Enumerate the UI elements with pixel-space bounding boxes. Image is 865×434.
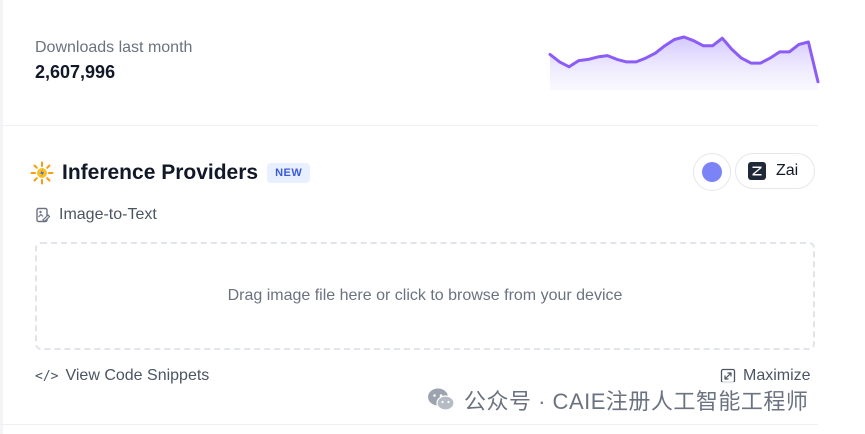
wechat-icon xyxy=(428,388,455,411)
left-border xyxy=(0,0,3,434)
watermark-text: 公众号 · CAIE注册人工智能工程师 xyxy=(464,389,809,414)
sun-sparkle-icon xyxy=(30,161,54,185)
view-code-snippets-button[interactable]: </> View Code Snippets xyxy=(35,367,209,385)
section-divider xyxy=(0,125,818,126)
downloads-sparkline xyxy=(548,35,820,90)
inference-header: Inference Providers NEW xyxy=(30,158,311,188)
task-label: Image-to-Text xyxy=(59,206,157,223)
section-title: Inference Providers xyxy=(62,161,259,184)
view-code-label: View Code Snippets xyxy=(65,367,210,384)
new-badge: NEW xyxy=(267,163,311,183)
provider-button-dot[interactable] xyxy=(693,153,731,191)
downloads-count: 2,607,996 xyxy=(35,62,116,82)
code-icon: </> xyxy=(35,368,59,384)
provider-button-zai[interactable]: Zai xyxy=(735,153,815,189)
task-type: Image-to-Text xyxy=(35,206,157,224)
zai-logo-icon xyxy=(748,162,766,180)
downloads-label: Downloads last month xyxy=(35,39,193,56)
bottom-divider xyxy=(0,424,818,425)
provider-label: Zai xyxy=(776,162,799,179)
purple-dot-icon xyxy=(702,162,722,182)
image-text-icon xyxy=(36,207,51,223)
dropzone-text: Drag image file here or click to browse … xyxy=(227,287,623,304)
image-dropzone[interactable]: Drag image file here or click to browse … xyxy=(35,242,815,350)
sparkline-area xyxy=(550,37,818,90)
watermark: 公众号 · CAIE注册人工智能工程师 xyxy=(420,382,815,418)
